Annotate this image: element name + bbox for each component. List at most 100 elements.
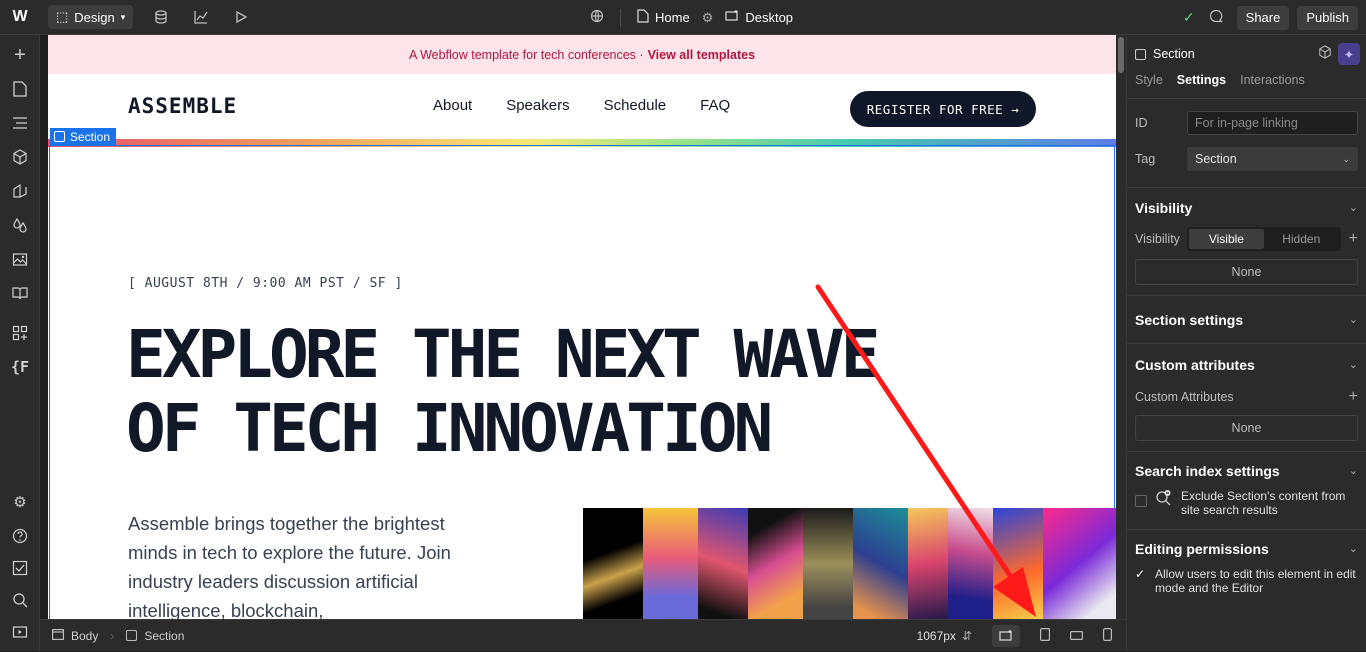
register-button[interactable]: REGISTER FOR FREE →: [850, 91, 1036, 127]
scrollbar-thumb[interactable]: [1118, 37, 1124, 73]
style-selectors-icon[interactable]: [0, 174, 40, 208]
desktop-breakpoint-icon[interactable]: [992, 625, 1020, 647]
chevron-down-icon: ⌄: [1348, 314, 1358, 326]
page-selector[interactable]: Home: [655, 10, 690, 25]
apps-icon[interactable]: [0, 316, 40, 350]
tablet-breakpoint-icon[interactable]: [1040, 628, 1051, 644]
tag-select-value: Section: [1195, 152, 1237, 166]
video-tutorials-icon[interactable]: [0, 615, 40, 649]
cms-icon[interactable]: [141, 0, 181, 35]
tab-settings[interactable]: Settings: [1177, 73, 1226, 87]
hero-headline-line-2: OF TECH INNOVATION: [126, 390, 773, 467]
webflow-logo-icon[interactable]: W: [0, 0, 40, 35]
nav-links: About Speakers Schedule FAQ: [433, 97, 730, 114]
components-icon[interactable]: [0, 140, 40, 174]
section-icon: [126, 630, 138, 641]
cms-book-icon[interactable]: [0, 276, 40, 310]
tab-interactions[interactable]: Interactions: [1240, 73, 1305, 87]
share-button[interactable]: Share: [1236, 5, 1290, 30]
chevron-down-icon: ⌄: [1348, 465, 1358, 477]
breadcrumb-body[interactable]: Body: [40, 629, 110, 643]
ai-assistant-sparkle-icon[interactable]: ✦: [1338, 43, 1360, 65]
allow-edit-label: Allow users to edit this element in edit…: [1155, 567, 1356, 595]
globe-icon[interactable]: [590, 9, 604, 26]
design-mode-button[interactable]: ⬚ Design ▾: [48, 5, 134, 29]
search-icon[interactable]: [0, 583, 40, 617]
search-exclude-icon: [1155, 489, 1173, 510]
add-attribute-plus-icon[interactable]: +: [1349, 388, 1358, 406]
design-mode-label: Design: [74, 9, 115, 25]
pages-icon[interactable]: [0, 72, 40, 106]
custom-attributes-box[interactable]: None: [1135, 415, 1358, 441]
visibility-row: Visibility Visible Hidden +: [1127, 225, 1366, 253]
publish-button[interactable]: Publish: [1297, 5, 1358, 30]
breakpoint-selector[interactable]: Desktop: [745, 10, 793, 25]
audit-checkbox-icon[interactable]: [0, 551, 40, 585]
section-icon: [54, 131, 65, 142]
editing-permissions-title: Editing permissions: [1135, 540, 1269, 557]
breadcrumb-section[interactable]: Section: [114, 629, 196, 643]
custom-attributes-row: Custom Attributes +: [1127, 385, 1366, 409]
variables-drops-icon[interactable]: [0, 208, 40, 242]
settings-gear-icon[interactable]: ⚙: [0, 485, 40, 519]
create-component-icon[interactable]: [1318, 45, 1332, 62]
selected-element-tag[interactable]: Section: [50, 128, 117, 145]
tab-style[interactable]: Style: [1135, 73, 1163, 87]
assets-icon[interactable]: [0, 242, 40, 276]
breakpoint-desktop-icon: [725, 10, 739, 25]
top-toolbar: W ⬚ Design ▾ Home ⚙ Desktop ✓ Share Publ…: [0, 0, 1366, 35]
hidden-option[interactable]: Hidden: [1264, 229, 1339, 249]
page-settings-gear-icon[interactable]: ⚙: [702, 10, 714, 26]
brand-logo[interactable]: ASSEMBLE: [128, 94, 237, 118]
event-date: [ AUGUST 8TH / 9:00 AM PST / SF ]: [128, 276, 403, 291]
chevron-down-icon: ⌄: [1348, 359, 1358, 371]
visible-option[interactable]: Visible: [1189, 229, 1264, 249]
id-input[interactable]: For in-page linking: [1187, 111, 1358, 135]
visibility-title: Visibility: [1135, 199, 1193, 216]
allow-edit-checkbox[interactable]: ✓: [1135, 568, 1147, 580]
nav-link-faq[interactable]: FAQ: [700, 97, 730, 114]
section-settings-title: Section settings: [1135, 311, 1244, 328]
canvas-scrollbar[interactable]: [1116, 35, 1126, 619]
analytics-icon[interactable]: [181, 0, 221, 35]
visibility-toggle: Visible Hidden: [1187, 227, 1341, 251]
hero-headline: EXPLORE THE NEXT WAVE OF TECH INNOVATION: [126, 318, 880, 467]
element-breadcrumb: Body › Section 1067px ⇵: [40, 619, 1126, 651]
search-index-header[interactable]: Search index settings ⌄: [1127, 451, 1366, 489]
comments-icon[interactable]: [1209, 9, 1223, 26]
exclude-search-label: Exclude Section's content from site sear…: [1181, 489, 1346, 517]
body-icon: [52, 628, 65, 643]
width-adjust-icon: ⇵: [961, 629, 972, 643]
design-canvas[interactable]: A Webflow template for tech conferences …: [48, 35, 1116, 619]
editing-permissions-header[interactable]: Editing permissions ⌄: [1127, 529, 1366, 567]
toolbar-right-group: ✓ Share Publish: [1183, 0, 1358, 35]
view-all-templates-link[interactable]: View all templates: [648, 48, 755, 62]
mobile-landscape-breakpoint-icon[interactable]: [1070, 629, 1084, 643]
canvas-width-value: 1067px: [916, 629, 956, 643]
chevron-down-icon: ▾: [120, 11, 126, 22]
exclude-search-checkbox[interactable]: [1135, 495, 1147, 507]
mobile-portrait-breakpoint-icon[interactable]: [1103, 628, 1113, 644]
visibility-conditions-box[interactable]: None: [1135, 259, 1358, 285]
add-elements-icon[interactable]: +: [0, 38, 40, 72]
saved-check-icon: ✓: [1182, 9, 1195, 25]
nav-link-schedule[interactable]: Schedule: [604, 97, 667, 114]
search-index-title: Search index settings: [1135, 462, 1280, 479]
custom-attributes-header[interactable]: Custom attributes ⌄: [1127, 343, 1366, 385]
panel-tabs: Style Settings Interactions: [1127, 73, 1366, 99]
site-navbar: ASSEMBLE About Speakers Schedule FAQ REG…: [48, 74, 1116, 139]
canvas-width-readout[interactable]: 1067px ⇵: [917, 629, 972, 643]
visibility-section-header[interactable]: Visibility ⌄: [1127, 187, 1366, 227]
nav-link-about[interactable]: About: [433, 97, 472, 114]
help-icon[interactable]: [0, 519, 40, 553]
code-font-icon[interactable]: {F: [0, 350, 40, 384]
tag-select[interactable]: Section ⌄: [1187, 147, 1358, 171]
panel-header: Section ✦: [1127, 35, 1366, 73]
chevron-down-icon: ⌄: [1348, 202, 1358, 214]
section-settings-header[interactable]: Section settings ⌄: [1127, 295, 1366, 343]
preview-play-icon[interactable]: [221, 0, 261, 35]
add-condition-plus-icon[interactable]: +: [1349, 230, 1358, 248]
nav-link-speakers[interactable]: Speakers: [506, 97, 569, 114]
section-icon: [1135, 48, 1146, 60]
navigator-icon[interactable]: [0, 106, 40, 140]
